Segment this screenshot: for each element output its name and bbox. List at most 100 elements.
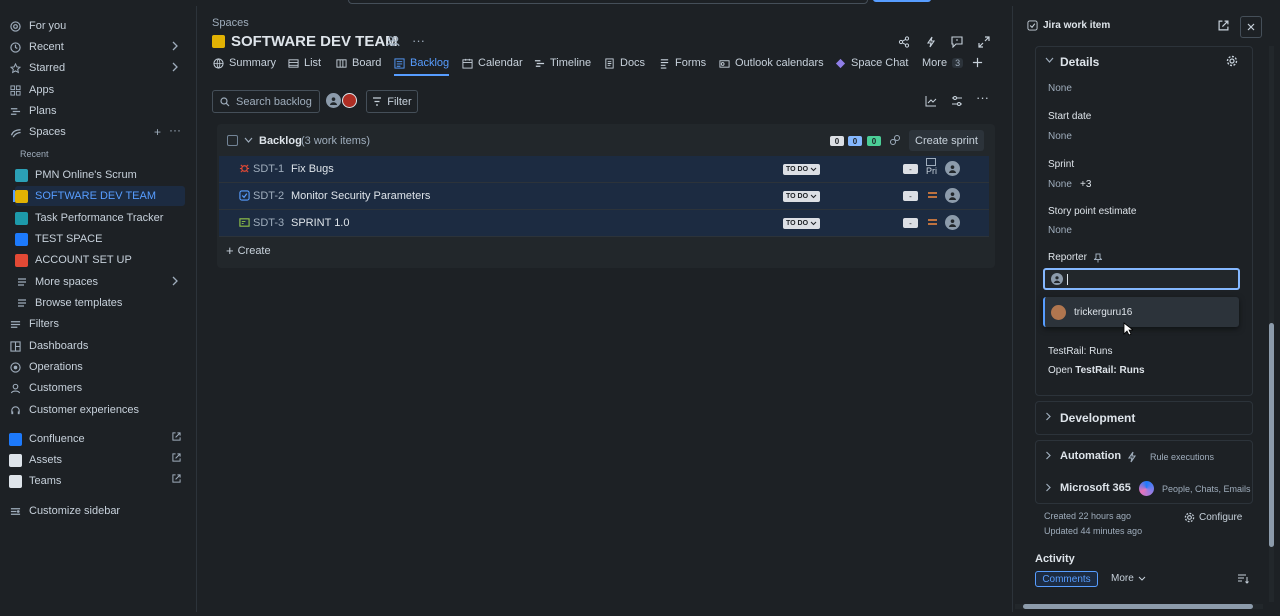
sidebar-item-recent[interactable]: Recent <box>9 37 185 57</box>
sidebar-item-plans[interactable]: Plans <box>9 101 185 121</box>
sidebar-item-starred[interactable]: Starred <box>9 58 185 78</box>
tab-docs[interactable]: Docs <box>604 53 645 73</box>
reporter-input[interactable] <box>1043 268 1240 290</box>
link-icon[interactable] <box>889 134 901 146</box>
view-settings-icon[interactable] <box>946 90 968 112</box>
pin-icon[interactable] <box>1094 253 1102 263</box>
backlog-title[interactable]: Backlog <box>259 135 302 147</box>
configure-button[interactable]: Configure <box>1184 512 1242 523</box>
chevron-right-icon[interactable] <box>1045 483 1052 492</box>
status-dropdown[interactable]: TO DO <box>783 217 820 229</box>
sidebar-space-software-dev-team[interactable]: SOFTWARE DEV TEAM <box>13 186 185 206</box>
chevron-right-icon[interactable] <box>1045 451 1052 460</box>
global-search-input[interactable] <box>348 0 868 4</box>
sidebar-item-for-you[interactable]: For you <box>9 16 185 36</box>
sidebar-app-teams[interactable]: Teams <box>9 471 185 491</box>
external-link-icon[interactable] <box>172 474 181 483</box>
more-activity-dropdown[interactable]: More <box>1111 573 1146 584</box>
sidebar-item-dashboards[interactable]: Dashboards <box>9 336 185 356</box>
issue-summary[interactable]: SPRINT 1.0 <box>291 217 350 229</box>
tab-forms[interactable]: Forms <box>659 53 706 73</box>
tab-space-chat[interactable]: Space Chat <box>835 53 908 73</box>
add-tab-icon[interactable] <box>972 57 983 68</box>
sidebar-item-customer-experiences[interactable]: Customer experiences <box>9 400 185 420</box>
story-points-value[interactable]: None <box>1048 225 1072 236</box>
close-button[interactable] <box>1240 16 1262 38</box>
estimate-badge[interactable]: - <box>903 164 918 174</box>
table-row[interactable]: SDT-2 Monitor Security Parameters TO DO … <box>219 183 989 210</box>
chevron-right-icon[interactable] <box>171 276 179 286</box>
insights-icon[interactable] <box>920 90 942 112</box>
select-all-checkbox[interactable] <box>227 135 238 146</box>
external-link-icon[interactable] <box>172 453 181 462</box>
automation-title[interactable]: Automation <box>1060 450 1121 462</box>
tab-timeline[interactable]: Timeline <box>534 53 591 73</box>
estimate-badge[interactable]: - <box>903 218 918 228</box>
status-dropdown[interactable]: TO DO <box>783 163 820 175</box>
sidebar-app-assets[interactable]: Assets <box>9 450 185 470</box>
avatar[interactable] <box>326 93 341 108</box>
assignee-avatar[interactable] <box>945 215 960 230</box>
reporter-option[interactable]: trickerguru16 <box>1043 297 1239 327</box>
more-actions-icon[interactable]: ··· <box>976 90 989 105</box>
sidebar-more-spaces[interactable]: More spaces <box>15 272 185 292</box>
sidebar-app-confluence[interactable]: Confluence <box>9 429 185 449</box>
external-link-icon[interactable] <box>172 432 181 441</box>
sort-icon[interactable] <box>1237 573 1249 584</box>
tab-outlook-calendars[interactable]: Outlook calendars <box>719 53 824 73</box>
tab-calendar[interactable]: Calendar <box>462 53 523 73</box>
assignee-avatar[interactable] <box>945 188 960 203</box>
tab-summary[interactable]: Summary <box>213 53 276 73</box>
gear-icon[interactable] <box>1226 55 1238 67</box>
field-value[interactable]: None <box>1048 83 1072 94</box>
feedback-icon[interactable] <box>946 31 968 53</box>
testrail-open-link[interactable]: Open TestRail: Runs <box>1048 365 1145 376</box>
issue-key[interactable]: SDT-3 <box>253 217 284 229</box>
horizontal-scrollbar-thumb[interactable] <box>1023 604 1253 609</box>
breadcrumb[interactable]: Spaces <box>212 17 249 29</box>
issue-key[interactable]: SDT-2 <box>253 190 284 202</box>
sidebar-item-operations[interactable]: Operations <box>9 357 185 377</box>
avatar[interactable] <box>342 93 357 108</box>
global-create-button[interactable] <box>873 0 931 2</box>
table-row[interactable]: SDT-1 Fix Bugs TO DO - Pri <box>219 156 989 183</box>
estimate-badge[interactable]: - <box>903 191 918 201</box>
tab-board[interactable]: Board <box>336 53 381 73</box>
sidebar-item-customers[interactable]: Customers <box>9 378 185 398</box>
sidebar-customize[interactable]: Customize sidebar <box>9 501 185 521</box>
sprint-value[interactable]: None <box>1048 179 1072 190</box>
create-issue-button[interactable]: + Create <box>226 243 271 258</box>
chevron-right-icon[interactable] <box>171 41 179 51</box>
details-title[interactable]: Details <box>1060 55 1099 69</box>
sidebar-space-task-performance-tracker[interactable]: Task Performance Tracker <box>15 208 185 228</box>
search-input[interactable]: Search backlog <box>212 90 320 113</box>
fullscreen-icon[interactable] <box>973 31 995 53</box>
status-dropdown[interactable]: TO DO <box>783 190 820 202</box>
table-row[interactable]: SDT-3 SPRINT 1.0 TO DO - <box>219 210 989 237</box>
filter-button[interactable]: Filter <box>366 90 418 113</box>
create-sprint-button[interactable]: Create sprint <box>909 130 984 151</box>
issue-key[interactable]: SDT-1 <box>253 163 284 175</box>
tab-list[interactable]: List <box>288 53 321 73</box>
tab-backlog[interactable]: Backlog <box>394 53 450 76</box>
more-actions-icon[interactable]: ··· <box>412 33 425 48</box>
issue-summary[interactable]: Monitor Security Parameters <box>291 190 430 202</box>
add-space-icon[interactable]: + <box>154 125 161 139</box>
open-in-new-icon[interactable] <box>1218 20 1229 31</box>
chevron-down-icon[interactable] <box>1045 57 1054 64</box>
vertical-scrollbar-thumb[interactable] <box>1269 323 1274 547</box>
chevron-down-icon[interactable] <box>244 137 253 144</box>
start-date-value[interactable]: None <box>1048 131 1072 142</box>
share-icon[interactable] <box>893 31 915 53</box>
sidebar-browse-templates[interactable]: Browse templates <box>15 293 185 313</box>
tab-more[interactable]: More 3 <box>922 53 964 73</box>
microsoft-title[interactable]: Microsoft 365 <box>1060 482 1131 494</box>
comments-tab[interactable]: Comments <box>1035 571 1098 587</box>
lightning-icon[interactable] <box>920 31 942 53</box>
more-options-icon[interactable]: ··· <box>169 123 181 137</box>
sidebar-space-test-space[interactable]: TEST SPACE <box>15 229 185 249</box>
assignee-avatar[interactable] <box>945 161 960 176</box>
sidebar-item-filters[interactable]: Filters <box>9 314 185 334</box>
chevron-right-icon[interactable] <box>171 62 179 72</box>
people-icon[interactable] <box>386 35 400 47</box>
